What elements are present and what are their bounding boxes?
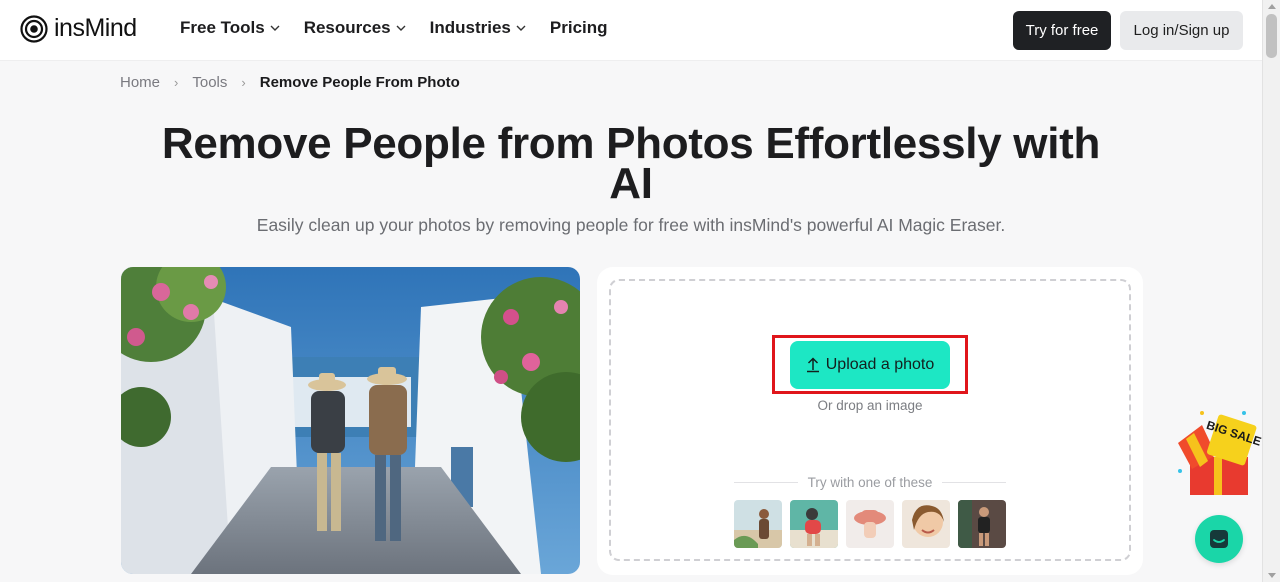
sample-thumbnails [734,500,1006,548]
logo-icon [20,14,48,43]
divider-line [734,482,798,483]
nav-resources[interactable]: Resources [304,18,406,38]
nav-free-tools-label: Free Tools [180,18,265,37]
scroll-up-arrow-icon[interactable] [1268,4,1276,9]
logo[interactable]: insMind [20,14,137,43]
page-title: Remove People from Photos Effortlessly w… [161,119,1101,208]
breadcrumb-tools[interactable]: Tools [192,74,227,91]
sample-image-1-picture [734,500,782,548]
hero-photo [121,267,580,574]
top-header: insMind Free Tools Resources Industries … [0,0,1262,61]
sample-divider: Try with one of these [734,475,1006,490]
sample-image-4-picture [902,500,950,548]
chevron-down-icon [270,25,280,31]
chevron-right-icon: › [241,75,246,90]
upload-icon [806,357,819,373]
sample-image-2[interactable] [790,500,838,548]
breadcrumb: Home › Tools › Remove People From Photo [120,74,460,91]
divider-line [942,482,1006,483]
main-nav: Free Tools Resources Industries Pricing [180,18,608,38]
chevron-down-icon [516,25,526,31]
hero-photo-image [121,267,580,574]
nav-industries-label: Industries [429,18,511,37]
try-for-free-button[interactable]: Try for free [1013,11,1111,50]
nav-pricing-label: Pricing [549,18,608,37]
upload-photo-label: Upload a photo [825,356,935,373]
nav-free-tools[interactable]: Free Tools [180,18,280,38]
scroll-thumb[interactable] [1266,14,1277,58]
scroll-down-arrow-icon[interactable] [1268,573,1276,578]
sample-image-5[interactable] [958,500,1006,548]
nav-industries[interactable]: Industries [430,18,526,38]
page-subtitle: Easily clean up your photos by removing … [256,215,1006,235]
sample-image-3-picture [846,500,894,548]
breadcrumb-home[interactable]: Home [120,74,160,91]
gift-box-icon: BIG SALE [1178,411,1263,495]
big-sale-promo[interactable]: BIG SALE [1172,405,1263,498]
chevron-down-icon [396,25,406,31]
sample-image-3[interactable] [846,500,894,548]
nav-pricing[interactable]: Pricing [550,18,608,38]
upload-card: Upload a photo Or drop an image Try with… [597,267,1143,575]
logo-text: insMind [54,14,137,42]
chat-support-button[interactable] [1195,515,1243,563]
page-scrollbar[interactable] [1262,0,1280,582]
sample-image-1[interactable] [734,500,782,548]
upload-photo-button[interactable]: Upload a photo [790,341,950,389]
breadcrumb-current: Remove People From Photo [259,74,460,91]
drop-hint: Or drop an image [817,398,923,413]
nav-resources-label: Resources [303,18,391,37]
sample-hint: Try with one of these [807,475,933,490]
login-signup-button[interactable]: Log in/Sign up [1120,11,1243,50]
sample-image-4[interactable] [902,500,950,548]
sample-image-5-picture [958,500,1006,548]
chevron-right-icon: › [174,75,179,90]
chat-icon [1210,530,1228,548]
sample-image-2-picture [790,500,838,548]
